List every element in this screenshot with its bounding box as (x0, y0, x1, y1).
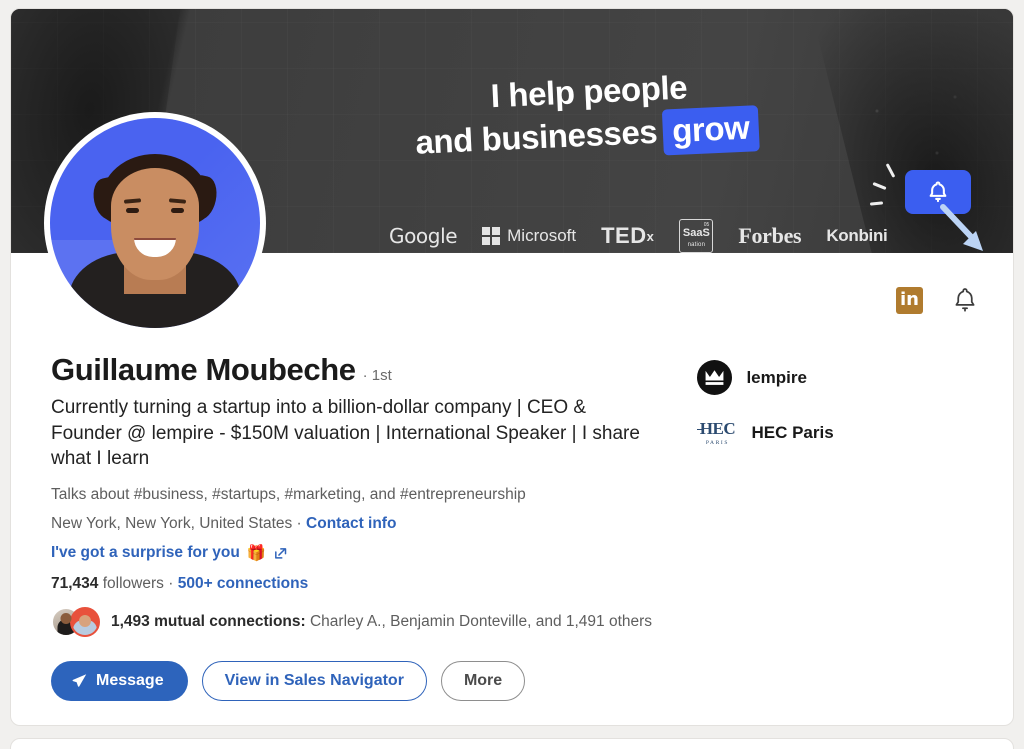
saas-nation-main: SaaS (682, 226, 710, 239)
top-right-icons: in (896, 285, 979, 315)
external-link-icon (275, 548, 287, 559)
stats-row: 71,434 followers · 500+ connections (51, 575, 675, 593)
lempire-crown-icon (697, 360, 733, 395)
connections-link[interactable]: 500+ connections (178, 575, 309, 592)
talks-about: Talks about #business, #startups, #marke… (51, 485, 526, 503)
photo-eye-right (171, 208, 184, 214)
message-button-label: Message (96, 671, 164, 689)
mutual-connections-row[interactable]: 1,493 mutual connections: Charley A., Be… (51, 606, 675, 637)
profile-photo[interactable] (44, 112, 266, 334)
bell-outline-icon (929, 181, 947, 203)
saas-nation-sub: nation (687, 241, 706, 248)
forbes-logo: Forbes (738, 223, 802, 248)
tedx-logo: TED x (601, 223, 654, 249)
saas-nation-number: 05 (703, 222, 710, 228)
gift-icon: 🎁 (246, 544, 267, 562)
surprise-link-label: I've got a surprise for you (51, 544, 240, 562)
microsoft-logo-label: Microsoft (507, 226, 577, 245)
location-text: New York, New York, United States · (51, 514, 302, 532)
page-root: I help people and businesses grow Google … (0, 0, 1024, 749)
mutual-connections-text: 1,493 mutual connections: Charley A., Be… (111, 613, 652, 631)
connection-degree: · 1st (362, 367, 392, 384)
profile-headline: Currently turning a startup into a billi… (51, 397, 640, 470)
bell-spark-1 (885, 163, 896, 178)
mutual-avatar-2 (70, 606, 100, 637)
google-logo: Google (389, 224, 458, 248)
banner-headline-line2-text: and businesses (414, 112, 659, 161)
photo-eye-left (126, 208, 139, 214)
contact-info-link[interactable]: Contact info (306, 515, 396, 532)
mutual-connections-names: Charley A., Benjamin Donteville, and 1,4… (309, 612, 653, 630)
photo-brow-left (123, 198, 142, 205)
bell-spark-3 (869, 201, 884, 206)
surprise-link[interactable]: I've got a surprise for you 🎁 (51, 544, 675, 563)
more-button-label: More (463, 671, 503, 689)
location-row: New York, New York, United States · Cont… (51, 515, 675, 533)
tedx-logo-label: TED (601, 223, 647, 248)
microsoft-squares-icon (482, 227, 501, 245)
profile-left-column: Guillaume Moubeche · 1st Currently turni… (51, 352, 675, 701)
organization-school[interactable]: HEC PARIS HEC Paris (697, 420, 973, 447)
banner-logo-row: Google Microsoft TED x 05 SaaS nation For… (389, 219, 888, 253)
page-title: Guillaume Moubeche (51, 352, 356, 387)
school-name: HEC Paris (751, 423, 834, 443)
photo-face (111, 168, 199, 281)
profile-card: I help people and businesses grow Google … (10, 8, 1014, 726)
banner-bell-graphic (869, 157, 1007, 253)
crown-glyph (706, 370, 724, 385)
name-row: Guillaume Moubeche · 1st (51, 352, 675, 388)
photo-brow-right (168, 198, 187, 205)
sales-navigator-button[interactable]: View in Sales Navigator (201, 660, 427, 701)
saas-nation-logo: 05 SaaS nation (679, 219, 714, 253)
mutual-avatars (51, 606, 100, 637)
sales-navigator-button-label: View in Sales Navigator (224, 671, 404, 689)
microsoft-logo: Microsoft (482, 226, 576, 246)
profile-right-column: lempire HEC PARIS HEC Paris (675, 352, 973, 701)
banner-headline-highlight: grow (662, 105, 760, 156)
mutual-connections-count: 1,493 mutual connections: (111, 612, 306, 630)
follower-count: 71,434 (51, 574, 99, 592)
linkedin-premium-badge[interactable]: in (896, 286, 923, 314)
message-button[interactable]: Message (51, 660, 188, 701)
hec-logo-sub: PARIS (705, 440, 729, 446)
action-buttons: Message View in Sales Navigator More (51, 660, 675, 701)
more-button[interactable]: More (440, 660, 526, 701)
stats-separator: · (168, 574, 174, 592)
company-name: lempire (746, 367, 807, 387)
send-icon (72, 674, 87, 688)
next-section-card (10, 738, 1014, 749)
notify-bell-icon[interactable] (951, 285, 979, 315)
photo-smile (134, 238, 176, 258)
hec-logo-main: HEC (699, 419, 736, 438)
organization-company[interactable]: lempire (697, 360, 973, 395)
followers-label: followers (102, 574, 164, 592)
bell-arrow-icon (940, 204, 983, 251)
tedx-logo-sup: x (646, 228, 655, 244)
hec-paris-icon: HEC PARIS (697, 420, 737, 447)
profile-photo-image (50, 118, 260, 328)
